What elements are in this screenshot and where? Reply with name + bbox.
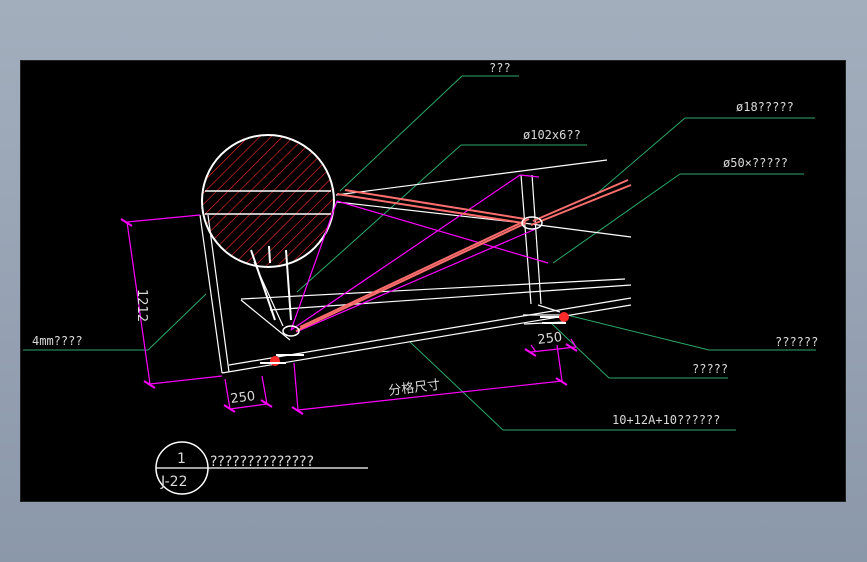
dimension-ticks xyxy=(120,218,578,415)
label-left: 4mm???? xyxy=(32,334,83,348)
label-rod: ø18????? xyxy=(736,100,794,114)
detail-title: ?????????????? xyxy=(210,454,314,470)
dimension-lines xyxy=(126,214,577,411)
detail-number: 1 xyxy=(177,451,186,467)
cad-drawing: ??? ø18????? ø102x6?? ø50×????? 4mm???? … xyxy=(23,61,818,495)
dimension-right-offset: 250 xyxy=(537,330,563,348)
leader-lines xyxy=(23,75,816,431)
label-glass: 10+12A+10?????? xyxy=(612,413,720,427)
leader-right-top-arrow xyxy=(566,314,710,351)
dimension-left-offset: 250 xyxy=(230,389,256,407)
sheet-reference: J-22 xyxy=(160,474,188,490)
label-tube: ø102x6?? xyxy=(523,128,581,142)
label-right-top: ?????? xyxy=(775,335,818,349)
leader-left-arrow xyxy=(147,293,207,351)
leader-top-arrow xyxy=(339,75,463,192)
cad-window: ??? ø18????? ø102x6?? ø50×????? 4mm???? … xyxy=(0,0,867,562)
title-block: 1 J-22 ?????????????? xyxy=(155,441,368,495)
label-top: ??? xyxy=(489,61,511,75)
label-cable: ø50×????? xyxy=(723,156,788,170)
dimension-height: 1212 xyxy=(134,289,149,322)
label-right-mid: ????? xyxy=(692,362,728,376)
leader-rod-arrow xyxy=(593,117,686,197)
leader-cable-arrow xyxy=(552,173,681,264)
